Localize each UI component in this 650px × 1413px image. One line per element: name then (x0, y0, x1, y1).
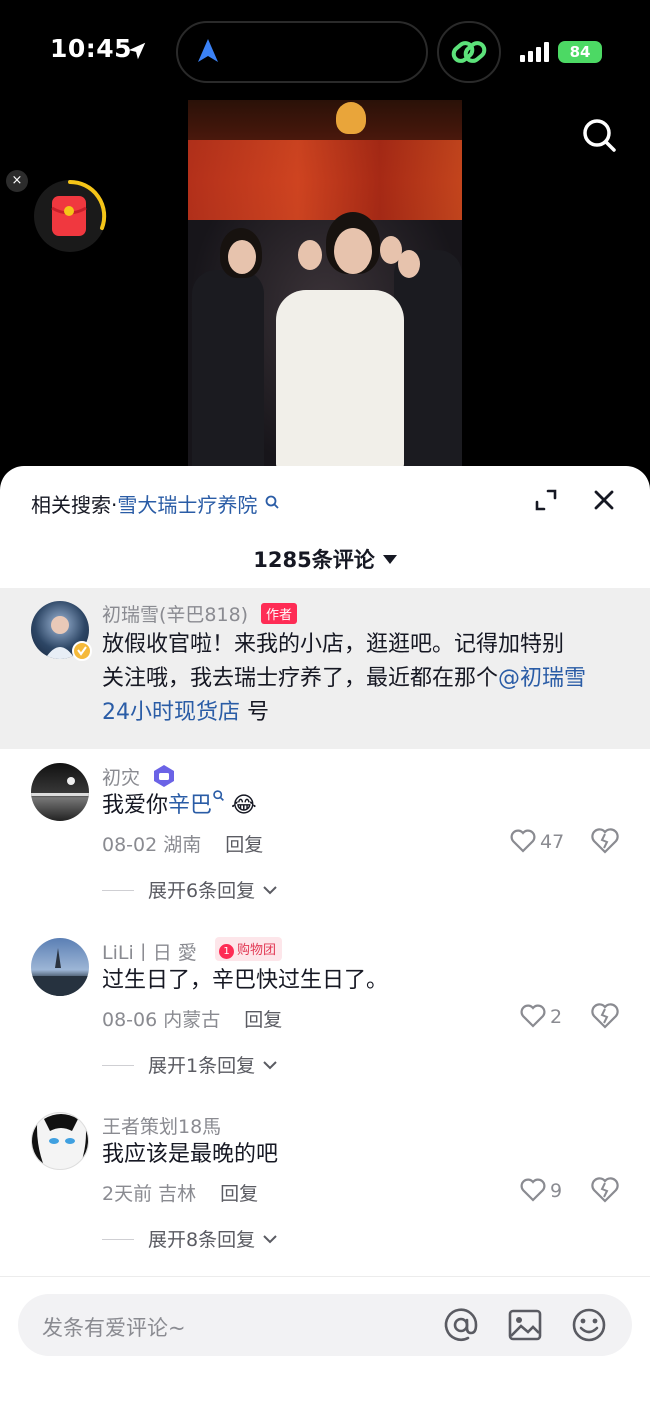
pinned-comment: 初瑞雪(辛巴818) 作者 放假收官啦！来我的小店，逛逛吧。记得加特别 关注哦，… (0, 588, 650, 749)
video-mascot (336, 102, 366, 134)
dislike-heart-icon[interactable] (591, 1177, 619, 1203)
expand-replies[interactable]: 展开6条回复 (102, 876, 279, 903)
emoji-icon[interactable] (570, 1306, 608, 1344)
dislike-heart-icon[interactable] (591, 1003, 619, 1029)
image-icon[interactable] (506, 1306, 544, 1344)
video-figure (276, 290, 404, 470)
comment-text: 我爱你辛巴 😂 (102, 789, 257, 823)
mention-link[interactable]: @初瑞雪 (498, 666, 586, 691)
status-time: 10:45 (50, 34, 133, 63)
comment-meta: 08-02 湖南 回复 (102, 834, 264, 856)
video-player[interactable] (188, 100, 462, 470)
chevron-down-icon (263, 1235, 277, 1244)
emoji: 😂 (231, 793, 257, 818)
heart-icon (520, 1178, 546, 1202)
avatar[interactable] (31, 1112, 89, 1170)
chevron-down-icon (263, 1061, 277, 1070)
reply-button[interactable]: 回复 (220, 1183, 258, 1205)
related-search-query[interactable]: 雪大瑞士疗养院 (117, 493, 257, 517)
avatar-image (32, 1113, 88, 1169)
video-figure (380, 236, 402, 264)
level-badge-icon (154, 765, 174, 787)
comment-text: 放假收官啦！来我的小店，逛逛吧。记得加特别 关注哦，我去瑞士疗养了，最近都在那个… (102, 632, 587, 725)
divider-line (102, 1065, 134, 1066)
mention-link[interactable]: 24小时现货店 (102, 700, 240, 725)
video-figure (228, 240, 256, 274)
verified-icon (72, 641, 92, 661)
mention-link[interactable]: 辛巴 (168, 793, 212, 818)
heart-icon (510, 829, 536, 853)
like-button[interactable]: 47 (510, 829, 564, 853)
comment-text: 我应该是最晚的吧 (102, 1142, 279, 1167)
avatar-image (31, 777, 89, 796)
dislike-heart-icon[interactable] (591, 828, 619, 854)
divider-line (102, 1239, 134, 1240)
close-icon[interactable] (592, 488, 616, 512)
at-icon[interactable] (442, 1306, 480, 1344)
comment-input-bar: 发条有爱评论~ (0, 1276, 650, 1413)
avatar[interactable] (31, 763, 89, 821)
close-floating-button[interactable]: × (6, 170, 28, 192)
related-search-prefix: 相关搜索· (31, 493, 118, 517)
link-icon (451, 41, 487, 63)
reply-button[interactable]: 回复 (225, 834, 263, 856)
comment-count[interactable]: 1285条评论 (0, 544, 650, 574)
comment-meta: 2天前 吉林 回复 (102, 1183, 259, 1205)
expand-replies[interactable]: 展开1条回复 (102, 1051, 279, 1078)
comment-username[interactable]: LiLi丨日 愛 (102, 938, 197, 965)
like-button[interactable]: 9 (520, 1178, 562, 1202)
comment-username[interactable]: 初瑞雪(辛巴818) (102, 600, 248, 627)
expand-icon[interactable] (534, 488, 558, 512)
comment-username[interactable]: 初灾 (102, 763, 140, 790)
comment-text: 过生日了，辛巴快过生日了。 (102, 968, 389, 993)
search-icon[interactable] (580, 116, 618, 154)
avatar[interactable] (31, 938, 89, 996)
avatar-image (31, 948, 89, 996)
comment-input-placeholder: 发条有爱评论~ (42, 1316, 186, 1340)
chevron-down-icon (382, 555, 397, 564)
comment-username[interactable]: 王者策划18馬 (102, 1112, 221, 1139)
heart-icon (520, 1004, 546, 1028)
location-arrow-icon (128, 42, 146, 60)
divider-line (102, 890, 134, 891)
red-packet-icon[interactable] (32, 178, 108, 254)
video-figure (192, 270, 264, 470)
comment-meta: 08-06 内蒙古 回复 (102, 1009, 283, 1031)
status-bar: 10:45 84 (0, 0, 650, 100)
like-button[interactable]: 2 (520, 1004, 562, 1028)
video-figure (394, 250, 462, 470)
signal-icon (520, 42, 549, 62)
search-icon (213, 790, 224, 801)
reply-button[interactable]: 回复 (244, 1009, 282, 1031)
chevron-down-icon (263, 886, 277, 895)
shopping-group-badge: 1 购物团 (215, 937, 283, 961)
video-figure (334, 228, 372, 274)
video-figure (298, 240, 322, 270)
comment-input[interactable]: 发条有爱评论~ (18, 1294, 632, 1356)
navigation-icon (198, 39, 218, 62)
search-icon (265, 495, 279, 509)
comment-sheet: 相关搜索·雪大瑞士疗养院 1285条评论 初瑞雪(辛巴818) 作者 放假收官啦… (0, 466, 650, 1413)
battery-indicator: 84 (558, 41, 602, 63)
related-search[interactable]: 相关搜索·雪大瑞士疗养院 (31, 489, 280, 518)
author-tag: 作者 (261, 603, 298, 624)
expand-replies[interactable]: 展开8条回复 (102, 1225, 279, 1252)
